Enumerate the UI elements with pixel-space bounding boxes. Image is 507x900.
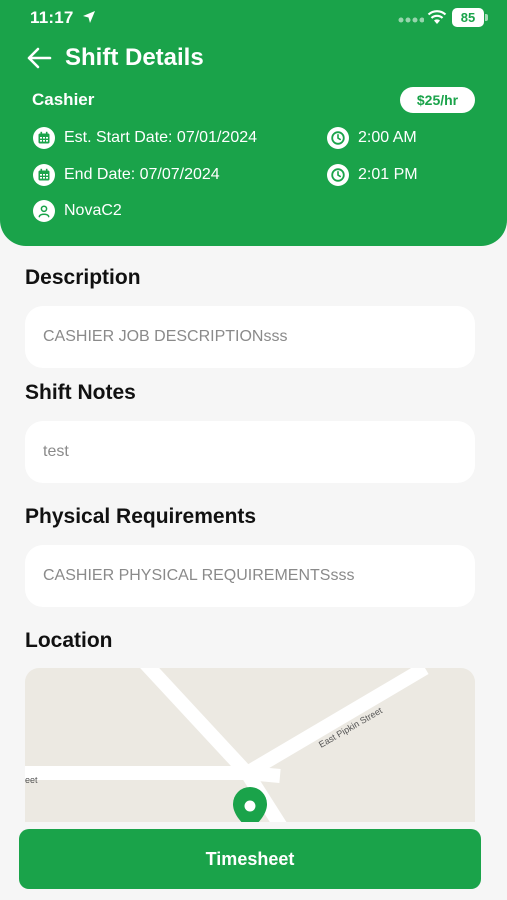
clock-icon [327, 127, 349, 149]
physical-requirements-title: Physical Requirements [25, 505, 257, 528]
start-time-text: 2:00 AM [358, 129, 417, 146]
end-date-row: End Date: 07/07/2024 [33, 164, 220, 186]
user-icon [33, 200, 55, 222]
calendar-icon [33, 127, 55, 149]
pay-rate-badge: $25/hr [400, 87, 475, 113]
signal-icon [398, 17, 424, 23]
wifi-icon [427, 10, 447, 24]
shift-notes-title: Shift Notes [25, 381, 136, 404]
location-map[interactable]: East Pipkin Street eet [25, 668, 475, 828]
job-role: Cashier [32, 90, 95, 109]
calendar-icon [33, 164, 55, 186]
street-label-partial: eet [25, 775, 38, 785]
end-time-row: 2:01 PM [327, 164, 418, 186]
shift-header: 11:17 85 Shift Details Cashier $25/hr Es… [0, 0, 507, 246]
description-field: CASHIER JOB DESCRIPTIONsss [25, 306, 475, 368]
status-bar: 11:17 85 [0, 0, 507, 36]
description-title: Description [25, 266, 141, 289]
status-time: 11:17 [30, 8, 74, 27]
worker-name: NovaC2 [64, 202, 122, 219]
shift-notes-field: test [25, 421, 475, 483]
back-arrow-icon[interactable] [26, 45, 52, 71]
page-title: Shift Details [65, 44, 204, 71]
location-arrow-icon [83, 11, 95, 23]
battery-level: 85 [452, 8, 484, 27]
start-time-row: 2:00 AM [327, 127, 417, 149]
start-date-row: Est. Start Date: 07/01/2024 [33, 127, 257, 149]
timesheet-button[interactable]: Timesheet [19, 829, 481, 889]
battery-icon: 85 [452, 8, 488, 27]
location-title: Location [25, 629, 113, 652]
physical-requirements-field: CASHIER PHYSICAL REQUIREMENTSsss [25, 545, 475, 607]
start-date-text: Est. Start Date: 07/01/2024 [64, 129, 258, 146]
end-time-text: 2:01 PM [358, 166, 418, 183]
map-roads [25, 668, 429, 828]
worker-row: NovaC2 [33, 200, 122, 222]
end-date-text: End Date: 07/07/2024 [64, 166, 220, 183]
clock-icon [327, 164, 349, 186]
